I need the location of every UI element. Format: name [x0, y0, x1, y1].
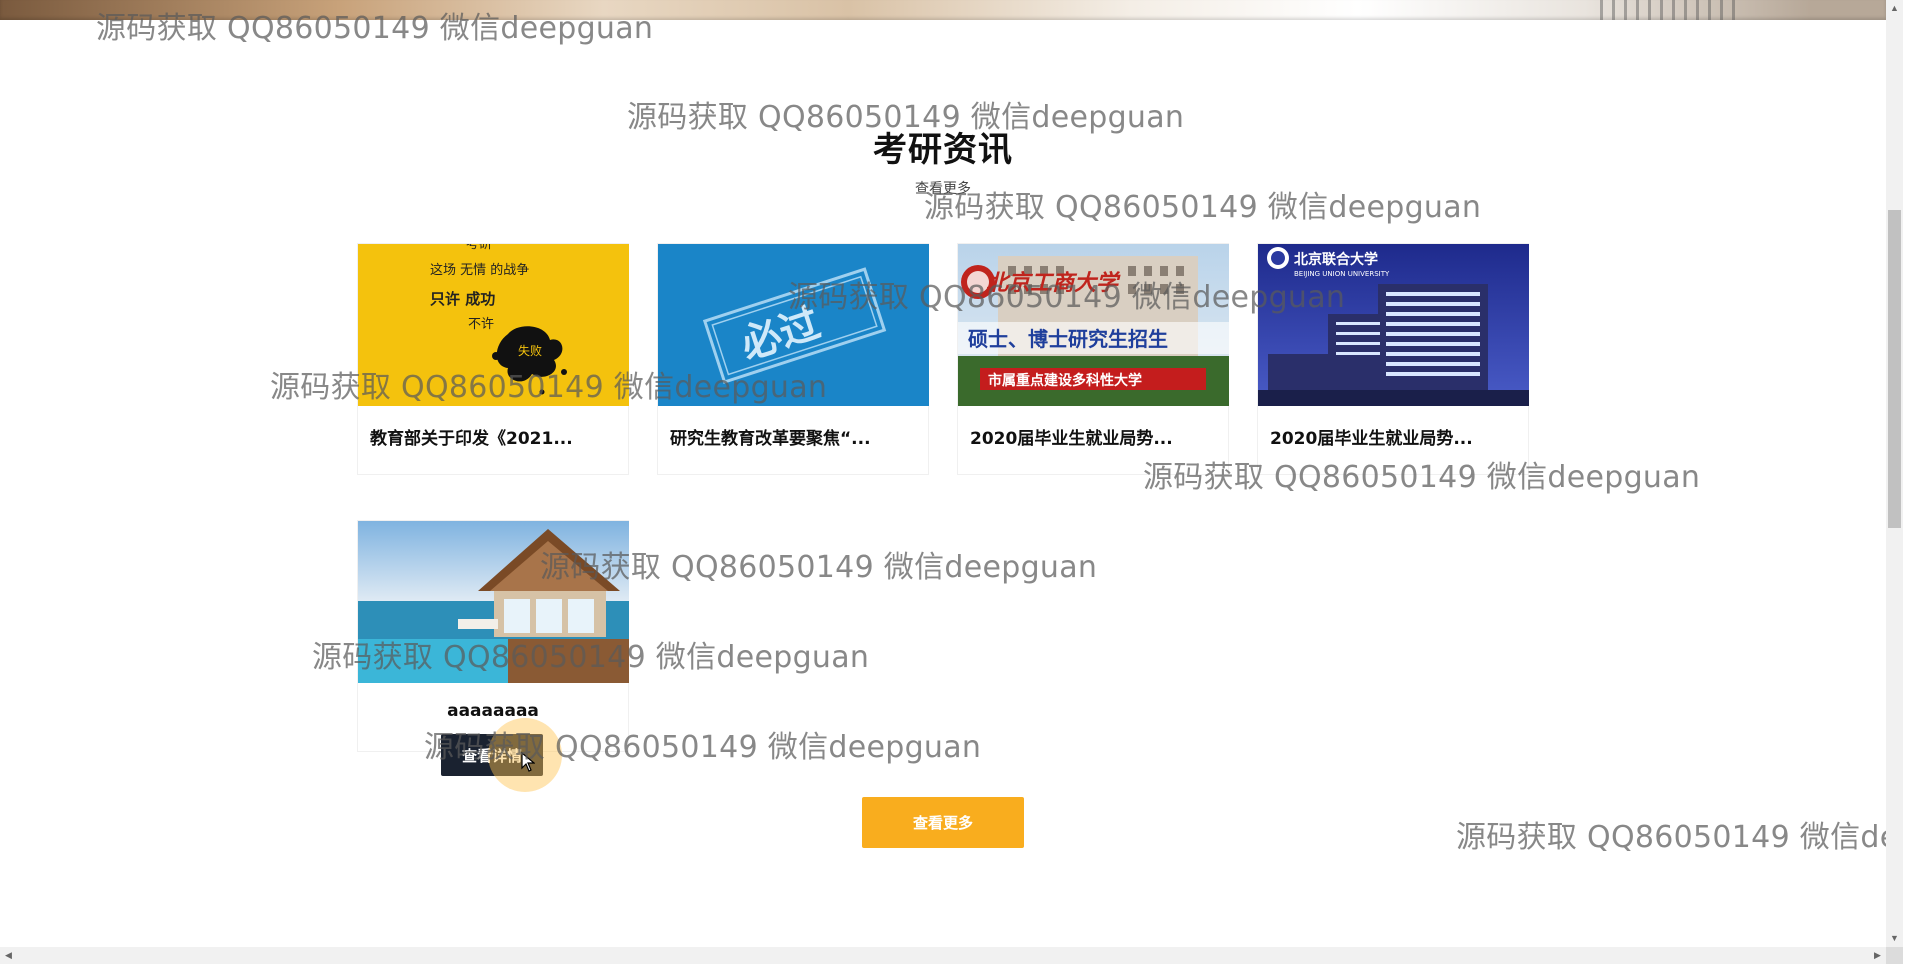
- section-title: 考研资讯: [873, 130, 1013, 170]
- scroll-up-icon[interactable]: ▲: [1886, 0, 1903, 17]
- scroll-right-icon[interactable]: ▶: [1869, 947, 1886, 964]
- card-title[interactable]: 研究生教育改革要聚焦“...: [670, 424, 916, 449]
- university-building-image: 北京工商大学 硕士、博士研究生招生 市属重点建设多科性大学: [958, 244, 1229, 406]
- news-card[interactable]: 北京联合大学 BEIJING UNION UNIVERSITY 2020届毕业生…: [1257, 243, 1529, 475]
- blue-stamp-image: 必过: [658, 244, 929, 406]
- top-banner-image: [0, 0, 1886, 20]
- poster-text-4: 不许: [468, 317, 494, 332]
- section-more-link[interactable]: 查看更多: [0, 178, 1886, 198]
- university-name-text: 北京工商大学: [986, 270, 1121, 296]
- card-title[interactable]: 2020届毕业生就业局势...: [970, 424, 1216, 449]
- poster-text-1: 考研: [466, 244, 492, 252]
- university-english-text: BEIJING UNION UNIVERSITY: [1294, 270, 1390, 278]
- horizontal-scrollbar[interactable]: ◀ ▶: [0, 947, 1886, 964]
- view-more-button[interactable]: 查看更多: [862, 797, 1024, 848]
- watermark-text: 源码获取 QQ86050149 微信deepguan: [1456, 820, 1886, 855]
- poster-text-5: 失败: [518, 343, 542, 358]
- card-title[interactable]: 2020届毕业生就业局势...: [1270, 424, 1516, 449]
- page: 考研资讯 查看更多 考研 这场 无情 的战争 只许 成功 不许 失败 教育部关于…: [0, 0, 1920, 964]
- notebook-spiral-decoration: [1600, 0, 1740, 20]
- news-card[interactable]: 考研 这场 无情 的战争 只许 成功 不许 失败 教育部关于印发《2021...: [357, 243, 629, 475]
- news-card[interactable]: 北京工商大学 硕士、博士研究生招生 市属重点建设多科性大学 2020届毕业生就业…: [957, 243, 1229, 475]
- card-title[interactable]: aaaaaaaa: [370, 701, 616, 721]
- vertical-scrollbar[interactable]: ▲ ▼: [1886, 0, 1903, 947]
- scroll-down-icon[interactable]: ▼: [1886, 930, 1903, 947]
- view-details-button[interactable]: 查看详情: [441, 734, 543, 776]
- vertical-scroll-thumb[interactable]: [1888, 210, 1901, 528]
- window-edge: [1903, 0, 1920, 964]
- slogan-text: 市属重点建设多科性大学: [988, 372, 1142, 389]
- recruit-text: 硕士、博士研究生招生: [968, 327, 1168, 351]
- seaside-villa-image: [358, 521, 629, 683]
- yellow-poster-image: 考研 这场 无情 的战争 只许 成功 不许 失败: [358, 244, 629, 406]
- university-name-text: 北京联合大学: [1294, 251, 1378, 268]
- news-card[interactable]: aaaaaaaa: [357, 520, 629, 752]
- news-card[interactable]: 必过 研究生教育改革要聚焦“...: [657, 243, 929, 475]
- scroll-left-icon[interactable]: ◀: [0, 947, 17, 964]
- poster-text-3: 只许 成功: [430, 290, 495, 308]
- card-title[interactable]: 教育部关于印发《2021...: [370, 424, 616, 449]
- poster-text-2: 这场 无情 的战争: [430, 262, 529, 278]
- scroll-corner: [1886, 947, 1903, 964]
- night-campus-image: 北京联合大学 BEIJING UNION UNIVERSITY: [1258, 244, 1529, 406]
